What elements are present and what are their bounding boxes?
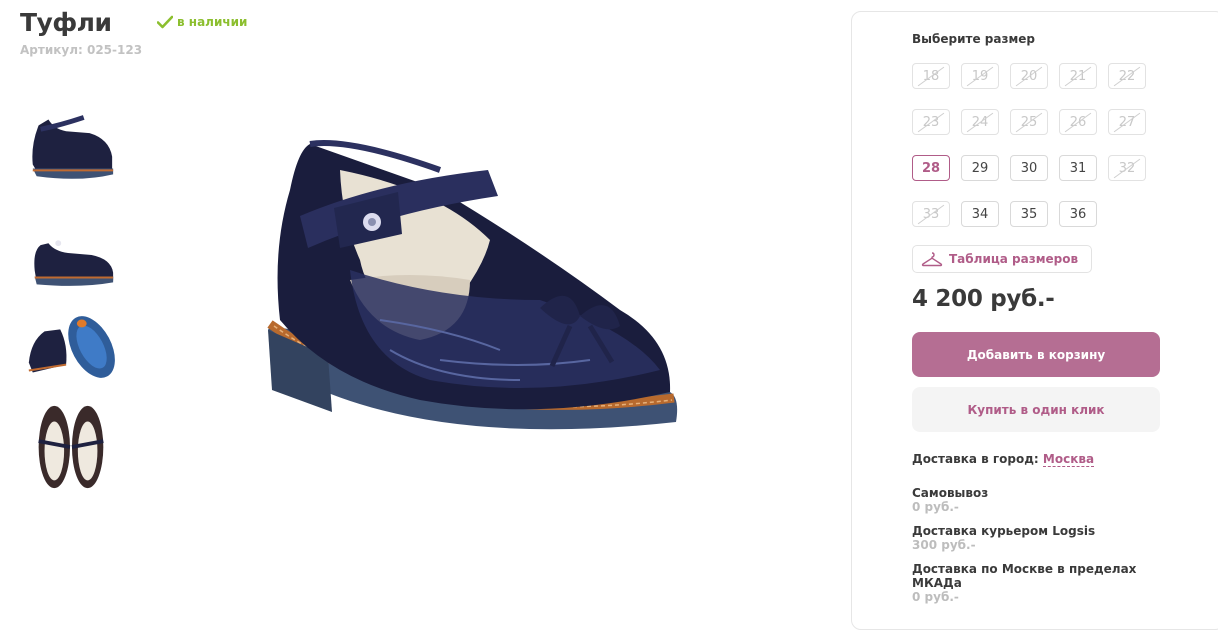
delivery-option: Доставка по Москве в пределах МКАДа 0 ру… xyxy=(912,562,1152,604)
size-option-21: 21 xyxy=(1059,63,1097,89)
main-product-image[interactable] xyxy=(240,130,700,480)
delivery-city-link[interactable]: Москва xyxy=(1042,452,1095,467)
purchase-panel: Выберите размер 18 19 20 21 22 23 24 25 26 27 28 29… xyxy=(851,11,1218,630)
size-option-24: 24 xyxy=(961,109,999,135)
delivery-option-name: Самовывоз xyxy=(912,486,989,500)
size-option-22: 22 xyxy=(1108,63,1146,89)
thumbnail-sole-view[interactable] xyxy=(20,301,120,393)
sku-label: Артикул: 025-123 xyxy=(20,43,143,57)
size-heading: Выберите размер xyxy=(912,32,1035,46)
delivery-option-name: Доставка курьером Logsis xyxy=(912,524,1096,538)
size-option-19: 19 xyxy=(961,63,999,89)
size-option-28[interactable]: 28 xyxy=(912,155,950,181)
size-option-30[interactable]: 30 xyxy=(1010,155,1048,181)
delivery-option-cost: 300 руб.- xyxy=(912,538,976,552)
delivery-city-prefix: Доставка в город: xyxy=(912,452,1039,466)
add-to-cart-button[interactable]: Добавить в корзину xyxy=(912,332,1160,377)
delivery-option-cost: 0 руб.- xyxy=(912,500,959,514)
size-table-label: Таблица размеров xyxy=(949,252,1079,266)
size-option-36[interactable]: 36 xyxy=(1059,201,1097,227)
checkmark-icon xyxy=(157,15,173,29)
size-option-23: 23 xyxy=(912,109,950,135)
thumbnail-side-view[interactable] xyxy=(20,95,120,187)
product-title: Туфли xyxy=(20,8,112,37)
size-option-31[interactable]: 31 xyxy=(1059,155,1097,181)
size-option-26: 26 xyxy=(1059,109,1097,135)
stock-label: в наличии xyxy=(177,15,248,29)
thumbnail-side-view-2[interactable] xyxy=(20,207,120,299)
size-option-27: 27 xyxy=(1108,109,1146,135)
size-option-34[interactable]: 34 xyxy=(961,201,999,227)
price: 4 200 руб.- xyxy=(912,286,1055,312)
delivery-option: Самовывоз 0 руб.- xyxy=(912,486,1162,514)
delivery-option: Доставка курьером Logsis 300 руб.- xyxy=(912,524,1162,552)
delivery-option-cost: 0 руб.- xyxy=(912,590,959,604)
size-option-25: 25 xyxy=(1010,109,1048,135)
thumbnail-top-view[interactable] xyxy=(20,401,120,493)
size-option-20: 20 xyxy=(1010,63,1048,89)
delivery-option-name: Доставка по Москве в пределах МКАДа xyxy=(912,562,1137,590)
size-table-link[interactable]: Таблица размеров xyxy=(912,245,1092,273)
buy-one-click-button[interactable]: Купить в один клик xyxy=(912,387,1160,432)
size-option-18: 18 xyxy=(912,63,950,89)
size-option-32: 32 xyxy=(1108,155,1146,181)
size-option-33: 33 xyxy=(912,201,950,227)
size-option-35[interactable]: 35 xyxy=(1010,201,1048,227)
size-option-29[interactable]: 29 xyxy=(961,155,999,181)
delivery-city-row: Доставка в город: Москва xyxy=(912,452,1095,467)
stock-status: в наличии xyxy=(157,15,247,29)
hanger-icon xyxy=(921,252,943,267)
